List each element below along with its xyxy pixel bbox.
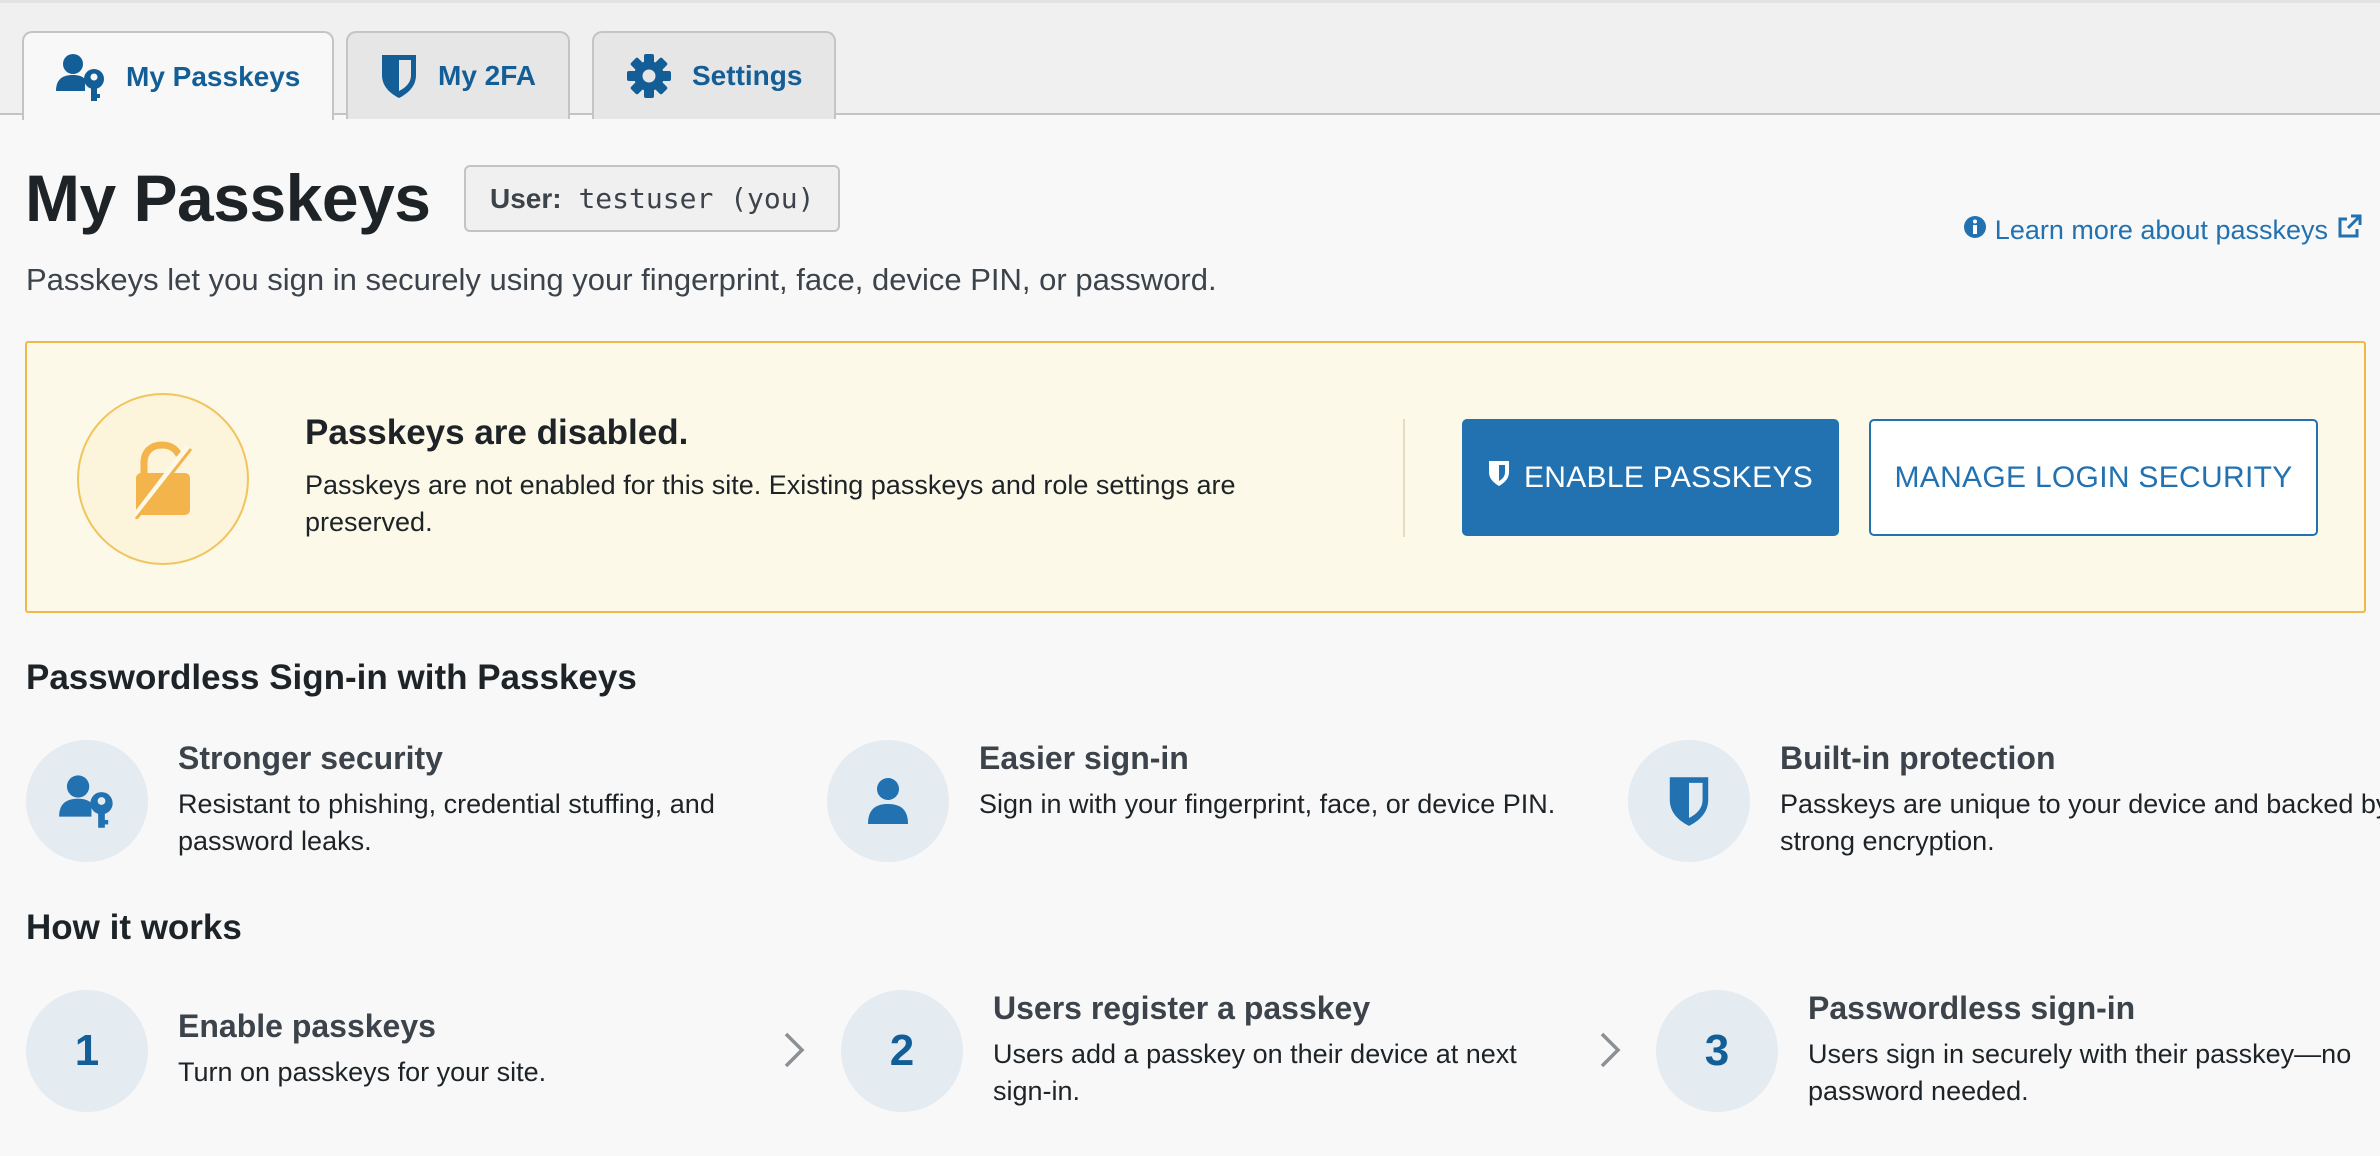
passkeys-disabled-notice: Passkeys are disabled. Passkeys are not … [25,341,2366,613]
page-title: My Passkeys [25,161,431,235]
learn-more-label: Learn more about passkeys [1994,215,2328,245]
gear-icon [626,53,672,99]
user-key-icon [56,51,106,103]
step-number: 2 [841,990,963,1112]
feature-desc: Resistant to phishing, credential stuffi… [178,789,715,856]
feature-title: Easier sign-in [979,740,1189,776]
step-number: 1 [26,990,148,1112]
page-subtitle: Passkeys let you sign in securely using … [26,262,1217,297]
user-key-icon [26,740,148,862]
notice-title: Passkeys are disabled. [305,413,689,452]
tab-my-2fa[interactable]: My 2FA [346,31,571,119]
chevron-right-icon [1600,1032,1621,1068]
external-link-icon [2336,214,2362,247]
user-badge: User: testuser (you) [464,165,841,232]
enable-passkeys-button[interactable]: ENABLE PASSKEYS [1462,419,1839,536]
how-it-works-heading: How it works [26,908,242,947]
tab-settings[interactable]: Settings [592,31,837,119]
user-value: testuser (you) [578,182,815,215]
step-desc: Users sign in securely with their passke… [1808,1039,2352,1106]
step-desc: Turn on passkeys for your site. [178,1057,547,1087]
step-title: Passwordless sign-in [1808,990,2136,1026]
info-icon [1963,215,1987,246]
feature-title: Stronger security [178,740,443,776]
notice-text: Passkeys are not enabled for this site. … [305,470,1236,537]
tab-label: My 2FA [438,60,537,91]
feature-desc: Sign in with your fingerprint, face, or … [979,789,1556,819]
step-desc: Users add a passkey on their device at n… [993,1039,1517,1106]
tab-label: Settings [692,60,803,91]
feature-title: Built-in protection [1780,740,2056,776]
features-heading: Passwordless Sign-in with Passkeys [26,658,637,697]
step-title: Enable passkeys [178,1008,436,1044]
divider [1403,419,1405,537]
tab-label: My Passkeys [126,60,301,92]
feature-desc: Passkeys are unique to your device and b… [1780,789,2380,856]
shield-icon [1488,460,1510,495]
tab-my-passkeys[interactable]: My Passkeys [22,31,335,120]
user-icon [827,740,949,862]
shield-icon [1628,740,1750,862]
lock-disabled-icon [77,393,249,565]
step-number: 3 [1656,990,1778,1112]
enable-passkeys-label: ENABLE PASSKEYS [1523,460,1814,494]
learn-more-link[interactable]: Learn more about passkeys [1963,214,2362,247]
shield-icon [380,53,418,99]
manage-login-security-label: MANAGE LOGIN SECURITY [1894,460,2293,494]
tab-bar: My Passkeys My 2FA Settings [0,0,2380,120]
manage-login-security-button[interactable]: MANAGE LOGIN SECURITY [1869,419,2318,536]
chevron-right-icon [784,1032,805,1068]
user-label: User: [490,182,562,214]
step-title: Users register a passkey [993,990,1371,1026]
